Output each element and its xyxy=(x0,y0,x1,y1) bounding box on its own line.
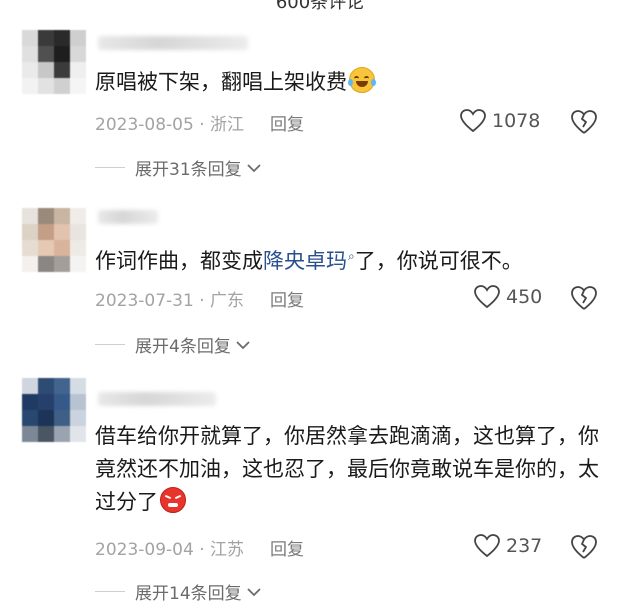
comment-date-location: 2023-08-05 · 浙江 xyxy=(95,115,245,135)
expand-replies-label: 展开31条回复 xyxy=(135,160,242,180)
like-count: 237 xyxy=(506,535,543,557)
expand-replies-button[interactable]: 展开31条回复 xyxy=(95,155,262,180)
expand-replies-label: 展开4条回复 xyxy=(135,337,231,357)
divider xyxy=(95,591,125,592)
reply-button[interactable]: 回复 xyxy=(270,110,304,135)
avatar[interactable] xyxy=(22,30,86,94)
comment-date-location: 2023-07-31 · 广东 xyxy=(95,291,245,311)
angry-emoji xyxy=(160,487,186,513)
like-button[interactable]: 450 xyxy=(474,285,542,309)
chevron-down-icon xyxy=(236,340,250,349)
comment-meta: 2023-07-31 · 广东 回复 xyxy=(95,286,304,311)
broken-heart-icon[interactable] xyxy=(570,533,598,561)
comment-text-part: 了，你说可很不。 xyxy=(354,249,523,273)
reply-button[interactable]: 回复 xyxy=(270,286,304,311)
username-redacted[interactable] xyxy=(98,36,248,50)
heart-icon xyxy=(460,109,486,133)
avatar[interactable] xyxy=(22,378,86,442)
chevron-down-icon xyxy=(247,587,261,596)
comment-date-location: 2023-09-04 · 江苏 xyxy=(95,540,245,560)
expand-replies-button[interactable]: 展开14条回复 xyxy=(95,579,262,604)
comment-text: 原唱被下架，翻唱上架收费 xyxy=(95,66,605,99)
comment-text: 借车给你开就算了，你居然拿去跑滴滴，这也算了，你竟然还不加油，这也忍了，最后你竟… xyxy=(95,420,605,519)
username-redacted[interactable] xyxy=(98,392,216,406)
comment-text-part: 作词作曲，都变成 xyxy=(95,249,263,273)
expand-replies-button[interactable]: 展开4条回复 xyxy=(95,332,251,357)
avatar[interactable] xyxy=(22,208,86,272)
laugh-cry-emoji xyxy=(348,67,376,93)
like-button[interactable]: 1078 xyxy=(460,109,540,133)
reply-button[interactable]: 回复 xyxy=(270,535,304,560)
expand-replies-label: 展开14条回复 xyxy=(135,584,242,604)
like-count: 1078 xyxy=(492,110,541,132)
divider xyxy=(95,344,125,345)
search-link[interactable]: 降央卓玛 xyxy=(263,249,347,273)
heart-icon xyxy=(474,534,500,558)
broken-heart-icon[interactable] xyxy=(570,108,598,136)
like-count: 450 xyxy=(506,286,543,308)
chevron-down-icon xyxy=(247,163,261,172)
comment-meta: 2023-08-05 · 浙江 回复 xyxy=(95,110,304,135)
broken-heart-icon[interactable] xyxy=(570,284,598,312)
search-icon[interactable]: ⌕ xyxy=(348,249,355,263)
comment-text: 作词作曲，都变成降央卓玛⌕了，你说可很不。 xyxy=(95,240,605,278)
divider xyxy=(95,167,125,168)
heart-icon xyxy=(474,285,500,309)
comment-meta: 2023-09-04 · 江苏 回复 xyxy=(95,535,304,560)
username-redacted[interactable] xyxy=(98,210,158,224)
comments-count-title: 600条评论 xyxy=(275,0,365,13)
comment-text-part: 原唱被下架，翻唱上架收费 xyxy=(95,70,347,94)
like-button[interactable]: 237 xyxy=(474,534,542,558)
